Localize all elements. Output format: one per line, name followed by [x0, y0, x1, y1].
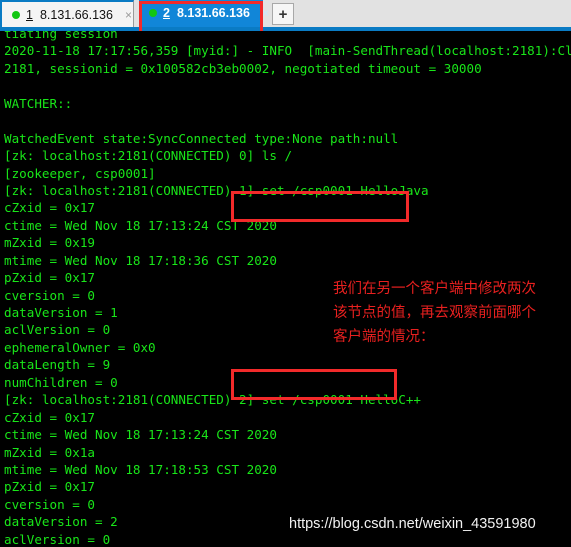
- terminal-line: cZxid = 0x17: [4, 409, 95, 425]
- tab-bar: 1 8.131.66.136 × 2 8.131.66.136 × +: [0, 0, 571, 31]
- terminal-line: dataLength = 9: [4, 357, 111, 373]
- terminal-line: tiating session: [4, 31, 118, 41]
- terminal-line: ctime = Wed Nov 18 17:13:24 CST 2020: [4, 427, 277, 443]
- terminal-output-pane[interactable]: tiating session 2020-11-18 17:17:56,359 […: [0, 31, 571, 547]
- terminal-window: 1 8.131.66.136 × 2 8.131.66.136 × + tiat…: [0, 0, 571, 547]
- terminal-line: [zk: localhost:2181(CONNECTED) 1] set /c…: [4, 182, 429, 198]
- terminal-line: aclVersion = 0: [4, 531, 111, 547]
- tab-host-label: 8.131.66.136: [176, 5, 250, 20]
- terminal-line: WatchedEvent state:SyncConnected type:No…: [4, 130, 399, 146]
- terminal-line: pZxid = 0x17: [4, 479, 95, 495]
- watermark-label: https://blog.csdn.net/weixin_43591980: [289, 516, 536, 532]
- terminal-line: numChildren = 0: [4, 374, 118, 390]
- terminal-line: [zk: localhost:2181(CONNECTED) 0] ls /: [4, 148, 293, 164]
- terminal-line: WATCHER::: [4, 95, 73, 111]
- terminal-line: cversion = 0: [4, 496, 95, 512]
- terminal-line: [zk: localhost:2181(CONNECTED) 2] set /c…: [4, 392, 422, 408]
- terminal-line: 2181, sessionid = 0x100582cb3eb0002, neg…: [4, 60, 482, 76]
- tab-index-label: 2: [163, 5, 170, 20]
- close-icon[interactable]: ×: [119, 8, 132, 22]
- connection-status-dot-icon: [12, 10, 20, 19]
- connection-status-dot-icon: [149, 8, 157, 17]
- terminal-line: 2020-11-18 17:17:56,359 [myid:] - INFO […: [4, 43, 571, 59]
- terminal-line: mtime = Wed Nov 18 17:18:53 CST 2020: [4, 461, 277, 477]
- tab-session-2[interactable]: 2 8.131.66.136 ×: [139, 0, 269, 27]
- terminal-line: mZxid = 0x19: [4, 235, 95, 251]
- close-icon[interactable]: ×: [256, 6, 269, 20]
- tab-session-1[interactable]: 1 8.131.66.136 ×: [0, 0, 134, 27]
- terminal-line: ctime = Wed Nov 18 17:13:24 CST 2020: [4, 217, 277, 233]
- tab-host-label: 8.131.66.136: [39, 7, 113, 22]
- new-tab-button[interactable]: +: [272, 3, 294, 25]
- terminal-line: mZxid = 0x1a: [4, 444, 95, 460]
- annotation-note: 我们在另一个客户端中修改两次 该节点的值，再去观察前面哪个 客户端的情况：: [333, 281, 536, 345]
- terminal-line: [zookeeper, csp0001]: [4, 165, 156, 181]
- terminal-line: mtime = Wed Nov 18 17:18:36 CST 2020: [4, 252, 277, 268]
- terminal-line: cZxid = 0x17: [4, 200, 95, 216]
- tab-index-label: 1: [26, 7, 33, 22]
